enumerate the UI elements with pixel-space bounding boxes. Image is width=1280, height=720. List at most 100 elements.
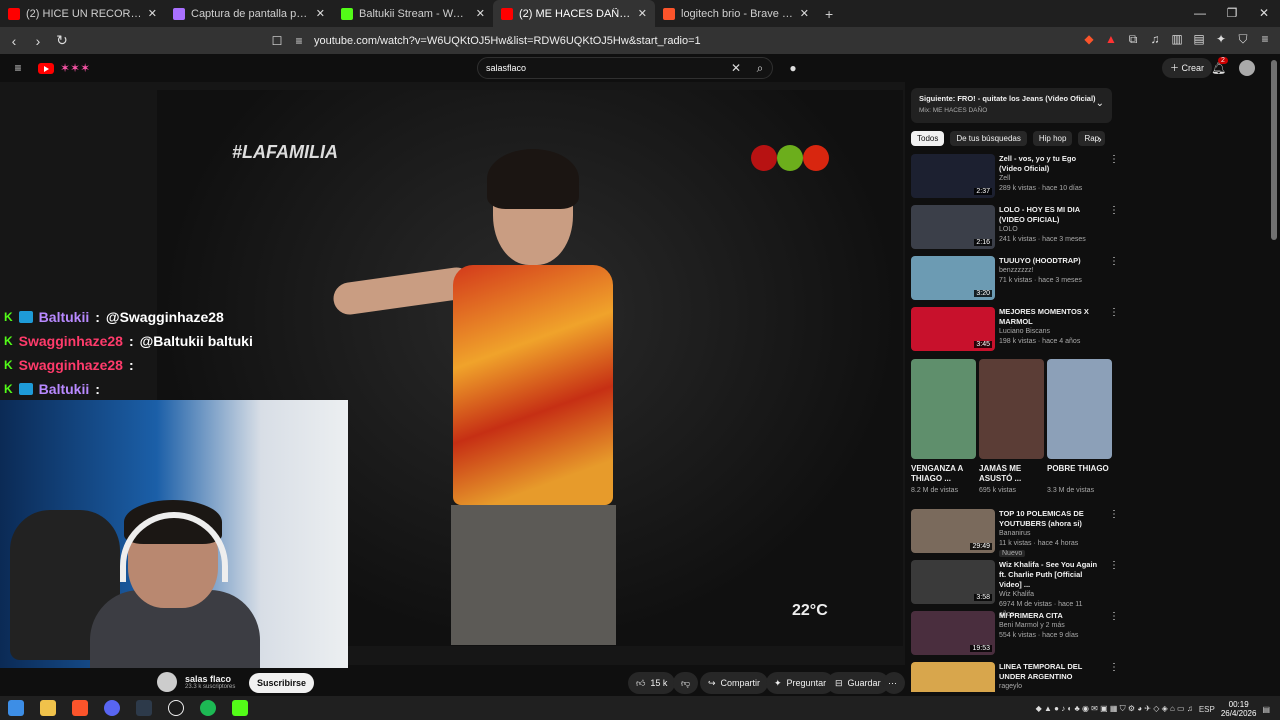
video-title[interactable]: LOLO - HOY ES MI DIA (VIDEO OFICIAL)	[999, 205, 1099, 225]
dislike-button[interactable]: 👎︎	[673, 672, 699, 694]
channel-avatar[interactable]	[157, 672, 177, 692]
more-options-icon[interactable]: ⋮	[1109, 307, 1119, 318]
spotify-icon[interactable]	[200, 700, 216, 716]
scrollbar[interactable]	[1271, 60, 1277, 240]
notification-center-icon[interactable]: ▤	[1262, 705, 1270, 714]
recommended-video[interactable]: 29:49 TOP 10 POLEMICAS DE YOUTUBERS (ahor…	[911, 509, 1119, 559]
brave-shield-icon[interactable]: ◆	[1082, 32, 1096, 46]
filter-chip[interactable]: Hip hop	[1032, 131, 1073, 146]
more-actions-button[interactable]: ⋯	[883, 672, 905, 694]
media-icon[interactable]: ♫	[1148, 32, 1162, 46]
close-tab-icon[interactable]: ✕	[148, 7, 157, 20]
recommended-video[interactable]: 2:37 Zell - vos, yo y tu Ego (Video Ofici…	[911, 154, 1119, 198]
video-title[interactable]: LINEA TEMPORAL DEL UNDER ARGENTINO	[999, 662, 1099, 682]
tray-icons[interactable]: ◆ ▲ ● ♪ ◐ ♣ ◉ ✉ ▣ ▦ ⛉ ⚙ ◕ ✈ ◇ ◈ ⌂ ▭ ♫	[1036, 704, 1193, 714]
app-icon[interactable]	[136, 700, 152, 716]
channel-name[interactable]: Bananirus	[999, 529, 1099, 539]
close-tab-icon[interactable]: ✕	[800, 7, 809, 20]
file-explorer-icon[interactable]	[40, 700, 56, 716]
close-tab-icon[interactable]: ✕	[476, 7, 485, 20]
back-icon[interactable]: ‹	[4, 33, 24, 49]
site-settings-icon[interactable]: ≡	[292, 34, 306, 48]
filter-chip[interactable]: De tus búsquedas	[950, 131, 1027, 146]
close-tab-icon[interactable]: ✕	[316, 7, 325, 20]
short-label[interactable]: POBRE THIAGO 3.3 M de vistas	[1047, 464, 1112, 494]
video-title[interactable]: TUUUYO (HOODTRAP)	[999, 256, 1099, 266]
more-options-icon[interactable]: ⋮	[1109, 662, 1119, 673]
recommended-video[interactable]: 2:16 LOLO - HOY ES MI DIA (VIDEO OFICIAL)…	[911, 205, 1119, 249]
short-thumbnail[interactable]	[911, 359, 976, 459]
up-next-panel[interactable]: Siguiente: FRO! - quitate los Jeans (Vid…	[911, 88, 1112, 123]
chevron-right-icon[interactable]: ›	[1098, 134, 1102, 146]
save-button[interactable]: ⊟ Guardar	[827, 672, 889, 694]
recommended-video[interactable]: 3:45 MEJORES MOMENTOS X MARMOL Luciano Bis…	[911, 307, 1119, 351]
recommended-video[interactable]: LINEA TEMPORAL DEL UNDER ARGENTINO rageyl…	[911, 662, 1119, 692]
channel-name[interactable]: Zell	[999, 174, 1099, 184]
bookmark-icon[interactable]: ☐	[270, 34, 284, 48]
more-options-icon[interactable]: ⋮	[1109, 509, 1119, 520]
video-thumbnail[interactable]: 2:16	[911, 205, 995, 249]
chevron-down-icon[interactable]: ⌄	[1096, 98, 1104, 109]
rewards-icon[interactable]: ▲	[1104, 32, 1118, 46]
more-options-icon[interactable]: ⋮	[1109, 154, 1119, 165]
ask-button[interactable]: ✦ Preguntar	[766, 672, 835, 694]
microphone-icon[interactable]: ●	[786, 61, 800, 75]
more-options-icon[interactable]: ⋮	[1109, 256, 1119, 267]
channel-name[interactable]: rageylo	[999, 682, 1099, 692]
video-title[interactable]: Wiz Khalifa - See You Again ft. Charlie …	[999, 560, 1099, 590]
leo-icon[interactable]: ✦	[1214, 32, 1228, 46]
video-thumbnail[interactable]: 29:49	[911, 509, 995, 553]
more-options-icon[interactable]: ⋮	[1109, 205, 1119, 216]
short-thumbnail[interactable]	[979, 359, 1044, 459]
clock[interactable]: 00:19 26/4/2026	[1221, 700, 1257, 718]
channel-name[interactable]: Luciano Biscans	[999, 327, 1099, 337]
subscribe-button[interactable]: Suscribirse	[249, 673, 315, 693]
video-thumbnail[interactable]: 2:37	[911, 154, 995, 198]
more-options-icon[interactable]: ⋮	[1109, 611, 1119, 622]
obs-icon[interactable]	[168, 700, 184, 716]
browser-tab[interactable]: logitech brio - Brave Search ✕	[655, 0, 817, 27]
filter-chip[interactable]: Todos	[911, 131, 945, 146]
new-tab-button[interactable]: +	[817, 0, 841, 27]
close-window-button[interactable]: ✕	[1248, 0, 1280, 27]
video-thumbnail[interactable]	[911, 662, 995, 692]
channel-name[interactable]: Beni Marmol y 2 más	[999, 621, 1099, 631]
kick-icon[interactable]	[232, 700, 248, 716]
youtube-logo[interactable]	[38, 63, 54, 74]
video-title[interactable]: TOP 10 POLEMICAS DE YOUTUBERS (ahora si)	[999, 509, 1099, 529]
more-options-icon[interactable]: ⋮	[1109, 560, 1119, 571]
forward-icon[interactable]: ›	[28, 33, 48, 49]
browser-tab[interactable]: Baltukii Stream - Watch Live on Kick ✕	[333, 0, 493, 27]
video-thumbnail[interactable]: 3:20	[911, 256, 995, 300]
restore-button[interactable]: ❐	[1216, 0, 1248, 27]
menu-icon[interactable]: ≡	[1258, 32, 1272, 46]
like-button[interactable]: 👍︎ 15 k	[628, 672, 676, 694]
recommended-video[interactable]: 3:20 TUUUYO (HOODTRAP) benzzzzzz! 71 k vist…	[911, 256, 1119, 300]
short-thumbnail[interactable]	[1047, 359, 1112, 459]
discord-icon[interactable]	[104, 700, 120, 716]
language-indicator[interactable]: ESP	[1199, 705, 1215, 714]
wallet-icon[interactable]: ▤	[1192, 32, 1206, 46]
video-thumbnail[interactable]: 3:45	[911, 307, 995, 351]
browser-tab[interactable]: (2) HICE UN RECORD MUNDIAL EN M ✕	[0, 0, 165, 27]
avatar[interactable]	[1239, 60, 1255, 76]
channel-name[interactable]: salas flaco	[185, 674, 235, 684]
minimize-button[interactable]: —	[1184, 0, 1216, 27]
start-icon[interactable]	[8, 700, 24, 716]
hamburger-menu-icon[interactable]: ≡	[11, 61, 25, 75]
recommended-video[interactable]: 19:53 MI PRIMERA CITA Beni Marmol y 2 más 5…	[911, 611, 1119, 655]
brave-icon[interactable]	[72, 700, 88, 716]
browser-tab[interactable]: (2) ME HACES DAÑO - YouTube ✕	[493, 0, 655, 27]
short-label[interactable]: JAMÁS ME ASUSTÓ ... 695 k vistas	[979, 464, 1044, 494]
channel-name[interactable]: benzzzzzz!	[999, 266, 1099, 276]
channel-name[interactable]: LOLO	[999, 225, 1099, 235]
video-title[interactable]: Zell - vos, yo y tu Ego (Video Oficial)	[999, 154, 1099, 174]
video-title[interactable]: MEJORES MOMENTOS X MARMOL	[999, 307, 1099, 327]
browser-tab[interactable]: Captura de pantalla por Lightshot ✕	[165, 0, 333, 27]
url-field[interactable]: ☐ ≡ youtube.com/watch?v=W6UQKtOJ5Hw&list…	[270, 30, 990, 51]
channel-name[interactable]: Wiz Khalifa	[999, 590, 1099, 600]
reload-icon[interactable]: ↻	[52, 32, 72, 49]
vpn-icon[interactable]: ⛉	[1236, 32, 1250, 46]
share-button[interactable]: ↪ Compartir	[700, 672, 769, 694]
video-title[interactable]: MI PRIMERA CITA	[999, 611, 1099, 621]
